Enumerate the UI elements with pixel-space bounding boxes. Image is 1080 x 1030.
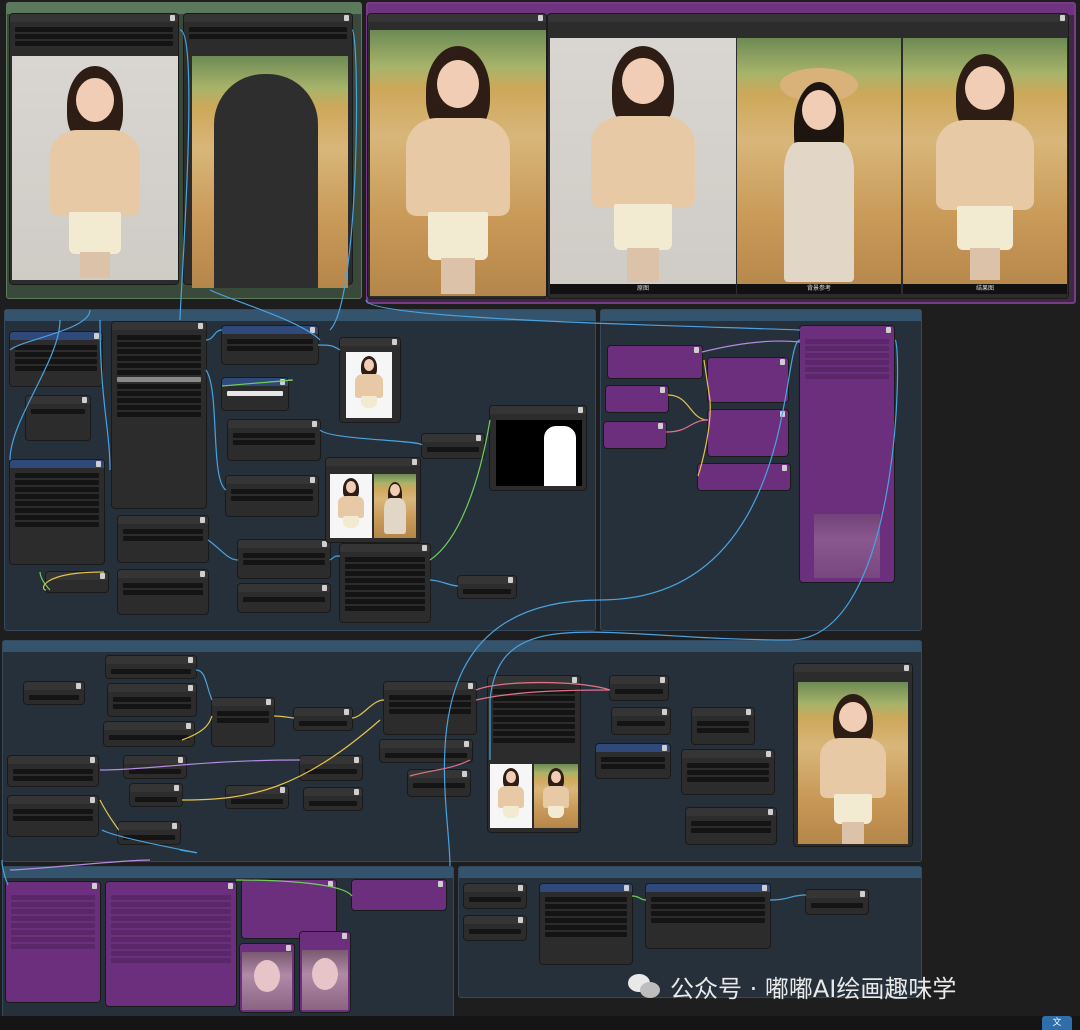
watermark: 公众号 · 嘟嘟AI绘画趣味学 [628,968,956,1004]
wires-pink [409,419,709,777]
wires-purple [9,340,801,871]
bottom-bar [0,1016,1080,1030]
wires-blue [1,29,899,901]
wires-yellow [42,359,711,831]
connection-wires [1,29,899,901]
watermark-text: 公众号 · 嘟嘟AI绘画趣味学 [670,974,957,1003]
language-button[interactable]: 文 [1042,1016,1072,1030]
wires-green [39,379,647,901]
wechat-icon [628,972,662,1000]
